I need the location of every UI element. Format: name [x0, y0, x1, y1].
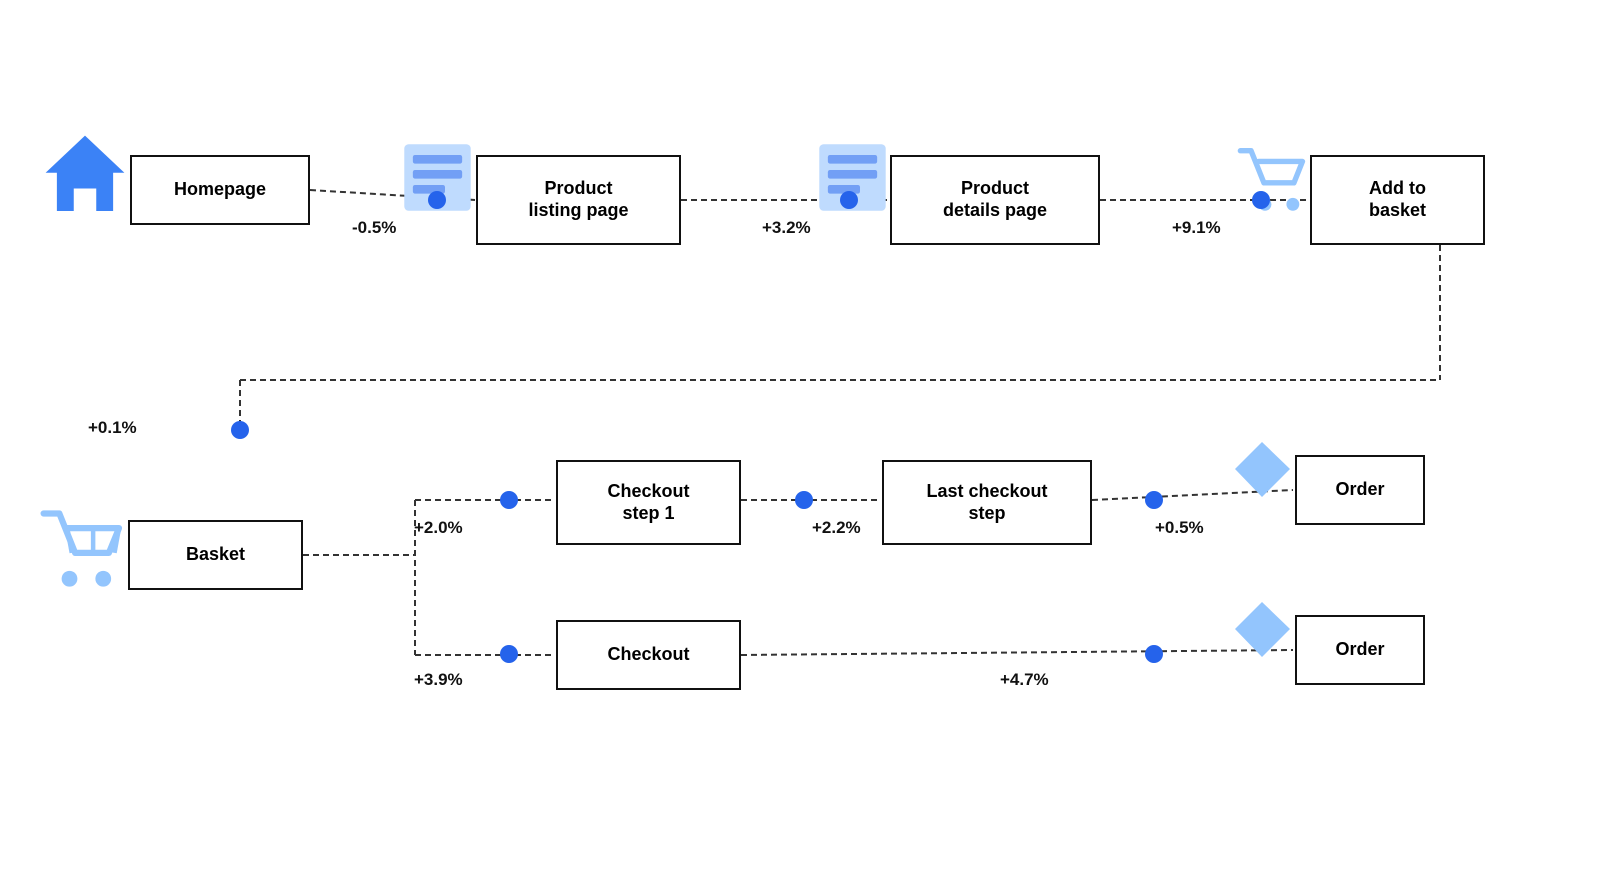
basket-icon: [38, 500, 128, 595]
order2-node: Order: [1295, 615, 1425, 685]
dot-pdp-atb: [1252, 191, 1270, 209]
pct-checkout-order2: +4.7%: [1000, 670, 1049, 690]
pct-lcs-order1: +0.5%: [1155, 518, 1204, 538]
pct-pdp-atb: +9.1%: [1172, 218, 1221, 238]
pct-atb-basket: +0.1%: [88, 418, 137, 438]
last-checkout-node: Last checkoutstep: [882, 460, 1092, 545]
dot-basket-cs1: [500, 491, 518, 509]
dot-atb-basket: [231, 421, 249, 439]
product-details-node: Productdetails page: [890, 155, 1100, 245]
add-to-basket-node: Add tobasket: [1310, 155, 1485, 245]
order1-node: Order: [1295, 455, 1425, 525]
pct-basket-cs1: +2.0%: [414, 518, 463, 538]
flow-diagram: Homepage Productlisting page Productdeta…: [0, 0, 1601, 874]
basket-node: Basket: [128, 520, 303, 590]
product-listing-node: Productlisting page: [476, 155, 681, 245]
order1-diamond-icon: [1230, 437, 1295, 507]
dot-cs1-lcs: [795, 491, 813, 509]
dot-basket-checkout: [500, 645, 518, 663]
home-icon: [40, 130, 130, 225]
dot-lcs-order1: [1145, 491, 1163, 509]
checkout-step1-node: Checkoutstep 1: [556, 460, 741, 545]
dot-hp-plp: [428, 191, 446, 209]
add-to-basket-icon: [1235, 140, 1310, 220]
dot-checkout-order2: [1145, 645, 1163, 663]
dot-plp-pdp: [840, 191, 858, 209]
pct-basket-checkout: +3.9%: [414, 670, 463, 690]
homepage-node: Homepage: [130, 155, 310, 225]
pct-plp-pdp: +3.2%: [762, 218, 811, 238]
order2-diamond-icon: [1230, 597, 1295, 667]
pct-cs1-lcs: +2.2%: [812, 518, 861, 538]
pct-hp-plp: -0.5%: [352, 218, 396, 238]
checkout-node: Checkout: [556, 620, 741, 690]
